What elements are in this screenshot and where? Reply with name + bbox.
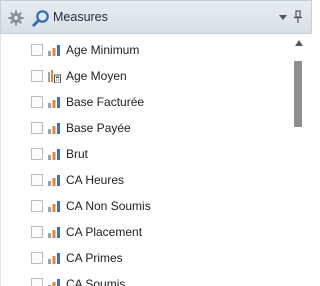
list-item[interactable]: Age Minimum — [0, 36, 288, 62]
list-item-label: Age Minimum — [66, 43, 140, 57]
gear-icon[interactable] — [8, 10, 24, 26]
bar-chart-icon — [47, 251, 61, 265]
checkbox[interactable] — [31, 226, 43, 238]
scroll-up-arrow-icon[interactable] — [294, 39, 304, 47]
checkbox[interactable] — [31, 278, 43, 286]
list-item[interactable]: CA Primes — [0, 244, 288, 270]
checkbox[interactable] — [31, 148, 43, 160]
list-item-label: CA Primes — [66, 251, 123, 265]
list-item-label: Age Moyen — [66, 69, 127, 83]
list-item-label: Base Facturée — [66, 95, 145, 109]
checkbox[interactable] — [31, 200, 43, 212]
list-item[interactable]: CA Heures — [0, 166, 288, 192]
panel-header: Measures — [0, 0, 312, 34]
list-item-label: CA Placement — [66, 225, 143, 239]
list-item[interactable]: CA Soumis — [0, 270, 288, 286]
calculated-measure-icon — [47, 69, 61, 83]
checkbox[interactable] — [31, 44, 43, 56]
bar-chart-icon — [47, 173, 61, 187]
checkbox[interactable] — [31, 70, 43, 82]
list-item[interactable]: CA Non Soumis — [0, 192, 288, 218]
panel-title: Measures — [53, 10, 108, 24]
search-icon[interactable] — [32, 9, 50, 27]
scrollbar[interactable] — [292, 34, 306, 286]
list-item-label: Base Payée — [66, 121, 131, 135]
bar-chart-icon — [47, 43, 61, 57]
list-item-label: CA Non Soumis — [66, 199, 151, 213]
list-item-label: CA Heures — [66, 173, 125, 187]
measures-list: Age Minimum Age Moyen Base Facturée Base Pa… — [0, 34, 314, 286]
bar-chart-icon — [47, 147, 61, 161]
checkbox[interactable] — [31, 122, 43, 134]
checkbox[interactable] — [31, 252, 43, 264]
list-item[interactable]: Base Payée — [0, 114, 288, 140]
list-item-label: CA Soumis — [66, 277, 126, 286]
list-item[interactable]: Brut — [0, 140, 288, 166]
bar-chart-icon — [47, 199, 61, 213]
scrollbar-thumb[interactable] — [294, 61, 302, 127]
list-item-label: Brut — [66, 147, 89, 161]
bar-chart-icon — [47, 277, 61, 286]
bar-chart-icon — [47, 225, 61, 239]
pin-icon[interactable] — [293, 10, 303, 24]
list-item[interactable]: Base Facturée — [0, 88, 288, 114]
list-item[interactable]: Age Moyen — [0, 62, 288, 88]
bar-chart-icon — [47, 95, 61, 109]
bar-chart-icon — [47, 121, 61, 135]
checkbox[interactable] — [31, 96, 43, 108]
list-item[interactable]: CA Placement — [0, 218, 288, 244]
checkbox[interactable] — [31, 174, 43, 186]
chevron-down-icon[interactable] — [278, 12, 288, 22]
